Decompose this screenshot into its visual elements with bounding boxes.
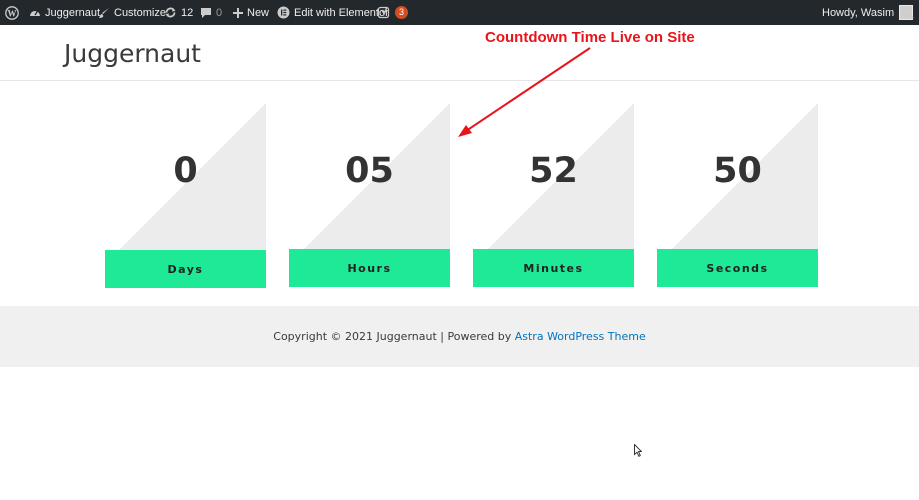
countdown-hours: 05 Hours	[289, 103, 450, 287]
customize-label: Customize	[114, 6, 166, 19]
hours-label: Hours	[289, 249, 450, 287]
elementor-icon	[277, 6, 290, 19]
wordpress-logo-icon[interactable]: W	[5, 0, 19, 25]
svg-text:W: W	[8, 8, 17, 18]
updates-menu[interactable]: 12	[164, 0, 193, 25]
countdown-seconds: 50 Seconds	[657, 103, 818, 287]
yoast-badge: 3	[395, 6, 408, 19]
yoast-icon	[378, 6, 390, 19]
elementor-label: Edit with Elementor	[294, 6, 389, 19]
seconds-value: 50	[713, 151, 762, 191]
updates-count: 12	[181, 6, 194, 19]
countdown-days: 0 Days	[105, 103, 266, 288]
account-menu[interactable]: Howdy, Wasim	[822, 0, 914, 25]
site-header: Juggernaut	[0, 25, 919, 81]
mouse-cursor-icon	[634, 444, 642, 457]
howdy-label: Howdy, Wasim	[822, 6, 895, 19]
plus-icon	[233, 7, 243, 18]
site-name-menu[interactable]: Juggernaut	[29, 0, 100, 25]
annotation-label: Countdown Time Live on Site	[485, 29, 695, 46]
dashboard-icon	[30, 10, 40, 16]
customize-menu[interactable]: Customize	[98, 0, 166, 25]
admin-bar: W Juggernaut Customize 12 0 New Edit wit…	[0, 0, 919, 25]
minutes-label: Minutes	[473, 249, 634, 287]
yoast-menu[interactable]: 3	[378, 0, 408, 25]
site-name-label: Juggernaut	[45, 6, 101, 19]
new-label: New	[247, 6, 270, 19]
seconds-label: Seconds	[657, 249, 818, 287]
comments-menu[interactable]: 0	[200, 0, 222, 25]
elementor-menu[interactable]: Edit with Elementor	[277, 0, 389, 25]
site-title[interactable]: Juggernaut	[64, 39, 201, 68]
site-footer: Copyright © 2021 Juggernaut | Powered by…	[0, 306, 919, 367]
copyright-text: Copyright © 2021 Juggernaut | Powered by	[273, 330, 515, 343]
brush-icon	[99, 7, 109, 18]
search-icon[interactable]	[902, 0, 914, 25]
updates-icon	[165, 7, 176, 18]
countdown-minutes: 52 Minutes	[473, 103, 634, 287]
footer-copyright: Copyright © 2021 Juggernaut | Powered by…	[0, 330, 919, 343]
comments-count: 0	[216, 6, 223, 19]
minutes-value: 52	[529, 151, 578, 191]
hours-value: 05	[345, 151, 394, 191]
days-value: 0	[173, 151, 198, 191]
comment-icon	[201, 7, 211, 18]
days-label: Days	[105, 250, 266, 288]
astra-theme-link[interactable]: Astra WordPress Theme	[515, 330, 646, 343]
new-content-menu[interactable]: New	[233, 0, 269, 25]
